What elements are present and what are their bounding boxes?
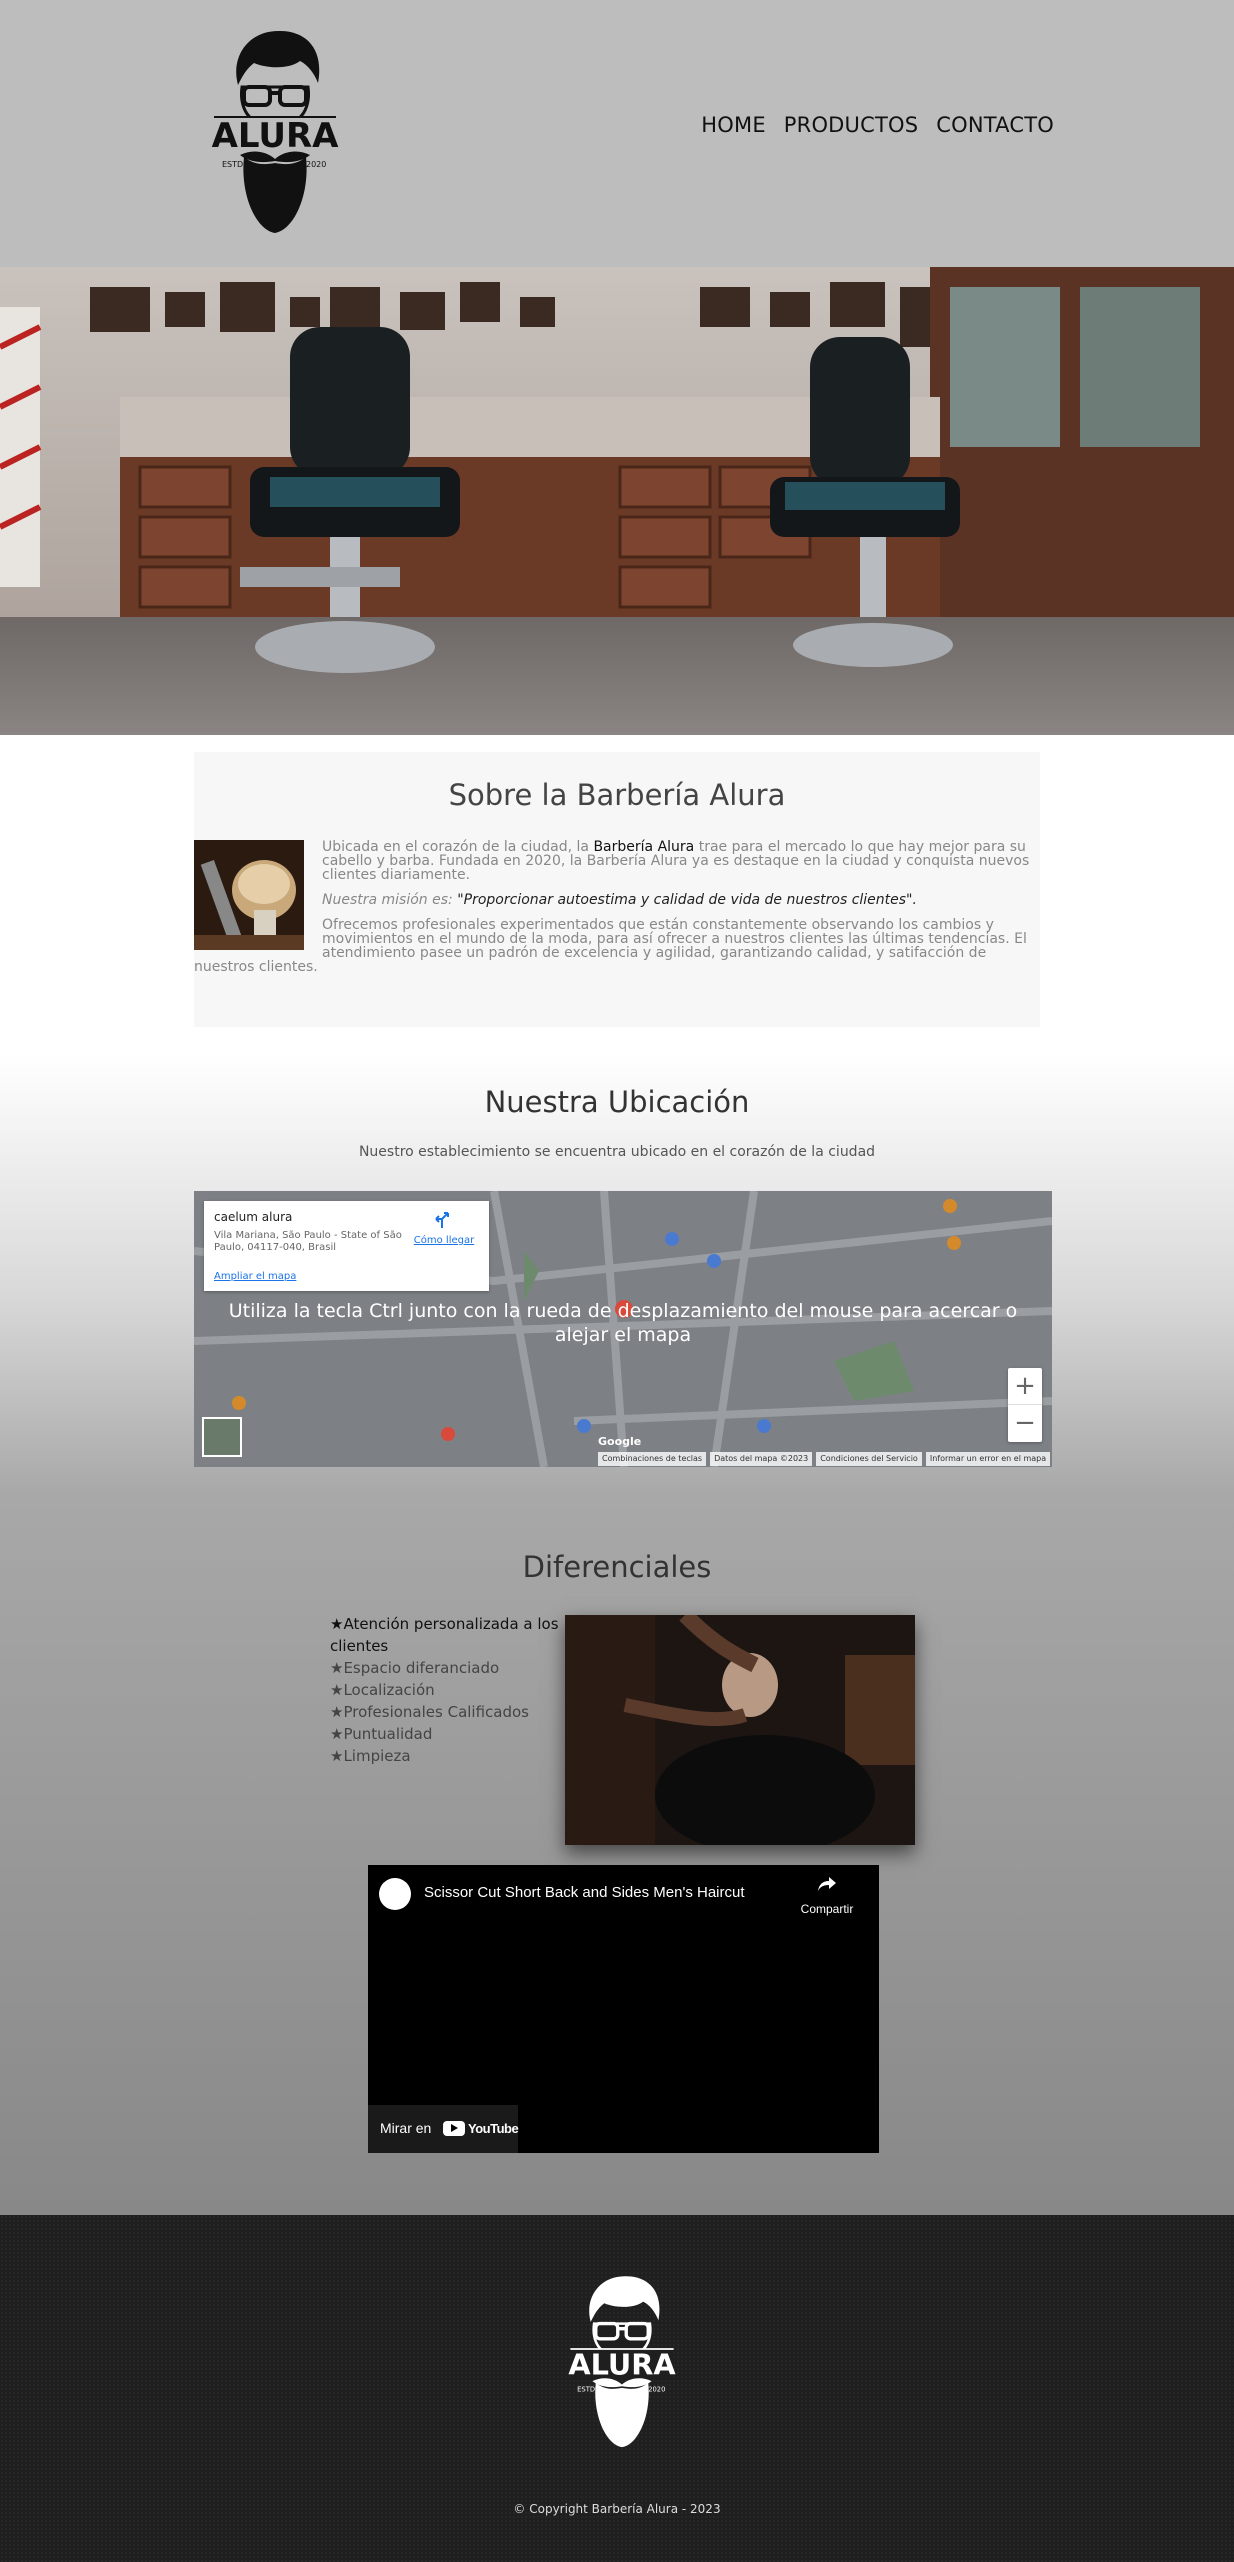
- youtube-play-icon: [443, 2120, 465, 2136]
- nav-productos[interactable]: PRODUCTOS: [784, 113, 918, 137]
- zoom-in-button[interactable]: +: [1008, 1368, 1042, 1405]
- map-attribution: Combinaciones de teclas Datos del mapa ©…: [598, 1452, 1051, 1466]
- map-place-name: caelum alura: [214, 1210, 293, 1224]
- map-info-card: caelum alura Vila Mariana, São Paulo - S…: [204, 1201, 489, 1291]
- google-logo: Google: [598, 1435, 642, 1448]
- nav-contacto[interactable]: CONTACTO: [936, 113, 1054, 137]
- watch-on-youtube-button[interactable]: Mirar en YouTube: [368, 2105, 519, 2153]
- list-item: ★Atención personalizada a los clientes: [330, 1615, 559, 1655]
- watch-on-label: Mirar en: [380, 2120, 432, 2136]
- channel-avatar[interactable]: [379, 1878, 411, 1910]
- main-nav: HOME PRODUCTOS CONTACTO: [701, 113, 1054, 137]
- svg-text:2020: 2020: [648, 2385, 665, 2393]
- zoom-out-button[interactable]: −: [1008, 1405, 1042, 1442]
- diferenciales-list: ★Atención personalizada a los clientes ★…: [330, 1613, 560, 1767]
- report-error-link[interactable]: Informar un error en el mapa: [925, 1452, 1051, 1466]
- svg-text:ESTD: ESTD: [222, 160, 243, 169]
- site-footer: ALURA ESTD 2020 © Copyright Barbería Alu…: [0, 2215, 1234, 2562]
- site-header: ALURA ESTD 2020 HOME PRODUCTOS CONTACTO: [0, 0, 1234, 267]
- diferenciales-section: Diferenciales ★Atención personalizada a …: [0, 1495, 1234, 2215]
- map-layer-thumbnail[interactable]: [202, 1417, 242, 1457]
- about-title: Sobre la Barbería Alura: [448, 778, 786, 812]
- svg-text:2020: 2020: [306, 160, 326, 169]
- nav-home[interactable]: HOME: [701, 113, 766, 137]
- list-item: ★Puntualidad: [330, 1725, 433, 1743]
- about-section: Sobre la Barbería Alura Ubicada en el co…: [194, 752, 1040, 1027]
- hero-barbershop-image: [0, 267, 1234, 735]
- alura-logo[interactable]: ALURA ESTD 2020: [210, 25, 340, 235]
- location-subtitle: Nuestro establecimiento se encuentra ubi…: [358, 1144, 876, 1160]
- diferenciales-title: Diferenciales: [522, 1550, 712, 1584]
- location-title: Nuestra Ubicación: [484, 1085, 750, 1119]
- map-address: Vila Mariana, São Paulo - State of São P…: [214, 1230, 402, 1253]
- list-item: ★Espacio diferanciado: [330, 1659, 500, 1677]
- share-button[interactable]: Compartir: [792, 1902, 862, 1916]
- directions-link[interactable]: Cómo llegar: [404, 1235, 484, 1246]
- copyright-text: © Copyright Barbería Alura - 2023: [513, 2502, 721, 2516]
- about-text: Ubicada en el corazón de la ciudad, la B…: [194, 840, 1040, 985]
- share-icon[interactable]: [817, 1875, 837, 1893]
- list-item: ★Limpieza: [330, 1747, 411, 1765]
- directions-icon[interactable]: [432, 1210, 452, 1228]
- footer-alura-logo: ALURA ESTD 2020: [568, 2276, 676, 2448]
- map-data-label: Datos del mapa ©2023: [710, 1452, 813, 1466]
- barber-shaving-photo: [565, 1615, 915, 1845]
- map-zoom-controls: + −: [1008, 1368, 1042, 1442]
- youtube-video-embed[interactable]: Scissor Cut Short Back and Sides Men's H…: [368, 1865, 879, 2153]
- map-scroll-hint: Utiliza la tecla Ctrl junto con la rueda…: [228, 1300, 1018, 1346]
- list-item: ★Localización: [330, 1681, 435, 1699]
- youtube-logo: YouTube: [443, 2118, 519, 2138]
- list-item: ★Profesionales Calificados: [330, 1703, 529, 1721]
- video-title[interactable]: Scissor Cut Short Back and Sides Men's H…: [424, 1884, 745, 1901]
- keyboard-shortcuts-link[interactable]: Combinaciones de teclas: [598, 1452, 707, 1466]
- terms-link[interactable]: Condiciones del Servicio: [816, 1452, 922, 1466]
- google-map-embed[interactable]: caelum alura Vila Mariana, São Paulo - S…: [194, 1191, 1052, 1467]
- svg-text:ALURA: ALURA: [568, 2347, 676, 2381]
- svg-text:ESTD: ESTD: [577, 2385, 595, 2393]
- logo-wordmark: ALURA: [212, 116, 340, 156]
- location-section: Nuestra Ubicación Nuestro establecimient…: [0, 1055, 1234, 1495]
- enlarge-map-link[interactable]: Ampliar el mapa: [214, 1271, 296, 1282]
